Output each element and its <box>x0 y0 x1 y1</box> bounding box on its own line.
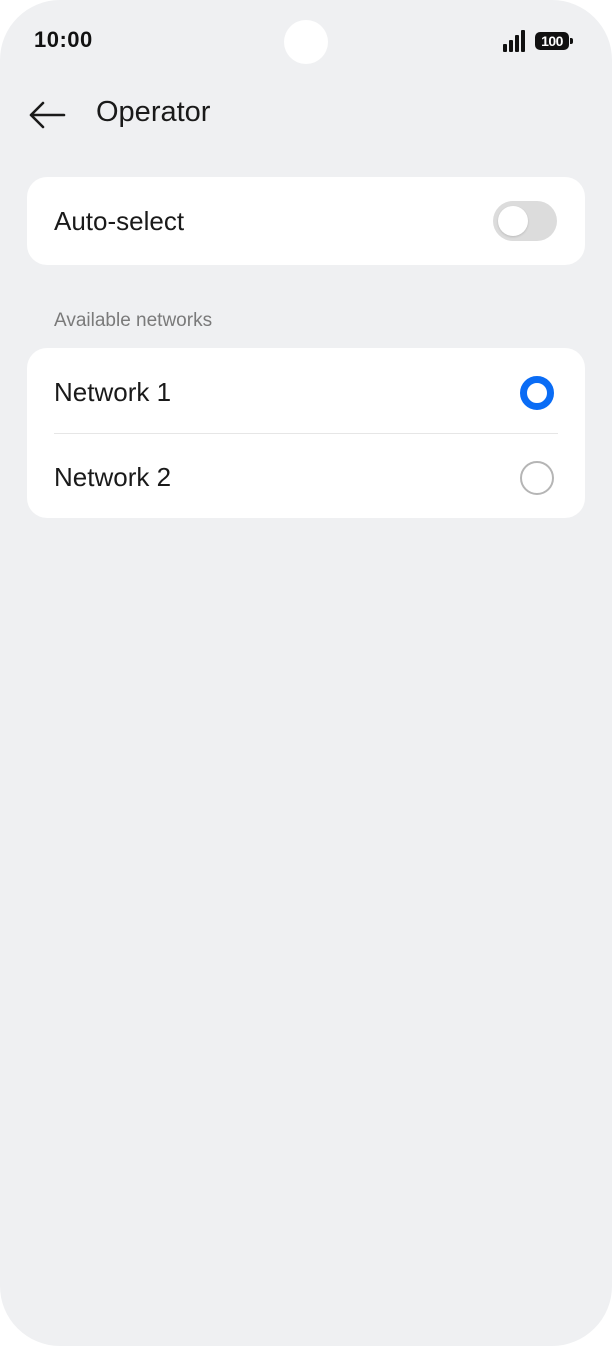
network-label: Network 1 <box>54 377 172 407</box>
back-button[interactable] <box>24 92 72 136</box>
network-item-1[interactable]: Network 1 <box>27 348 585 433</box>
signal-icon <box>503 30 527 52</box>
available-networks-header: Available networks <box>54 310 213 331</box>
radio-unselected-icon[interactable] <box>520 461 554 495</box>
phone-screen: 10:00 100 Operator Auto-select Available… <box>0 0 612 1346</box>
toggle-knob <box>498 206 528 236</box>
back-arrow-icon <box>29 101 66 129</box>
status-bar: 10:00 100 <box>0 0 612 84</box>
auto-select-card: Auto-select <box>27 177 585 265</box>
radio-selected-icon[interactable] <box>520 376 554 410</box>
page-title: Operator <box>96 96 211 128</box>
auto-select-toggle[interactable] <box>493 201 557 241</box>
status-time: 10:00 <box>34 27 93 52</box>
battery-icon: 100 <box>535 30 573 52</box>
battery-level: 100 <box>535 32 569 50</box>
network-item-2[interactable]: Network 2 <box>27 433 585 518</box>
camera-cutout <box>284 20 328 64</box>
networks-card: Network 1 Network 2 <box>27 348 585 518</box>
auto-select-label: Auto-select <box>54 206 185 236</box>
app-bar: Operator <box>0 84 612 144</box>
network-label: Network 2 <box>54 462 172 492</box>
